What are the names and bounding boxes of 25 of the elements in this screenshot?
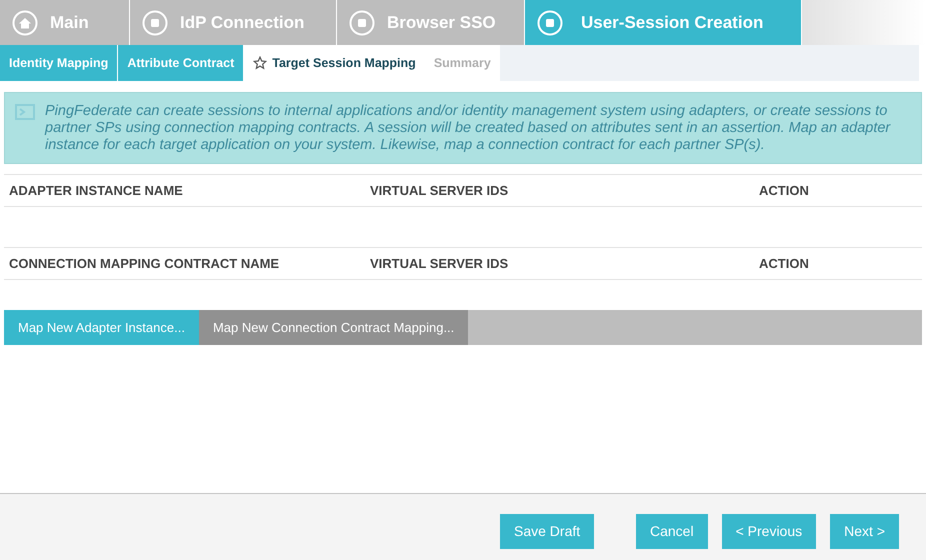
column-header: CONNECTION MAPPING CONTRACT NAME — [8, 254, 280, 273]
step-icon — [142, 10, 168, 36]
sub-tab[interactable]: Identity Mapping — [0, 45, 118, 81]
star-icon — [253, 56, 268, 70]
step-tab[interactable]: Main — [0, 0, 129, 45]
column-header: ADAPTER INSTANCE NAME — [8, 182, 184, 200]
footer-button[interactable]: < Previous — [722, 514, 816, 549]
map-button[interactable]: Map New Connection Contract Mapping... — [198, 310, 468, 345]
step-icon — [537, 10, 563, 36]
step-tab[interactable]: Browser SSO — [337, 0, 524, 45]
step-tab[interactable]: IdP Connection — [130, 0, 336, 45]
step-icon — [349, 10, 375, 36]
terminal-icon — [15, 104, 35, 120]
home-icon — [12, 10, 38, 36]
footer-button[interactable]: Next > — [830, 514, 899, 549]
info-text: PingFederate can create sessions to internal applications and/or identity management system using adapters, or create sessions to partner SPs using connection mapping contracts. A session will be created based on attributes sent in an assertion. Map an adapter instance for each target application on your system. Likewise, map a connection contract for each partner SP(s). — [45, 103, 892, 154]
footer-button[interactable]: Cancel — [636, 514, 708, 549]
column-header: VIRTUAL SERVER IDS — [370, 254, 510, 273]
footer-button[interactable]: Save Draft — [500, 514, 594, 549]
step-tab[interactable]: User-Session Creation — [525, 0, 801, 45]
column-header: ACTION — [759, 254, 809, 273]
sub-tab[interactable]: Attribute Contract — [118, 45, 244, 81]
map-button[interactable]: Map New Adapter Instance... — [4, 310, 199, 345]
column-header: ACTION — [759, 182, 809, 200]
column-header: VIRTUAL SERVER IDS — [370, 182, 510, 200]
